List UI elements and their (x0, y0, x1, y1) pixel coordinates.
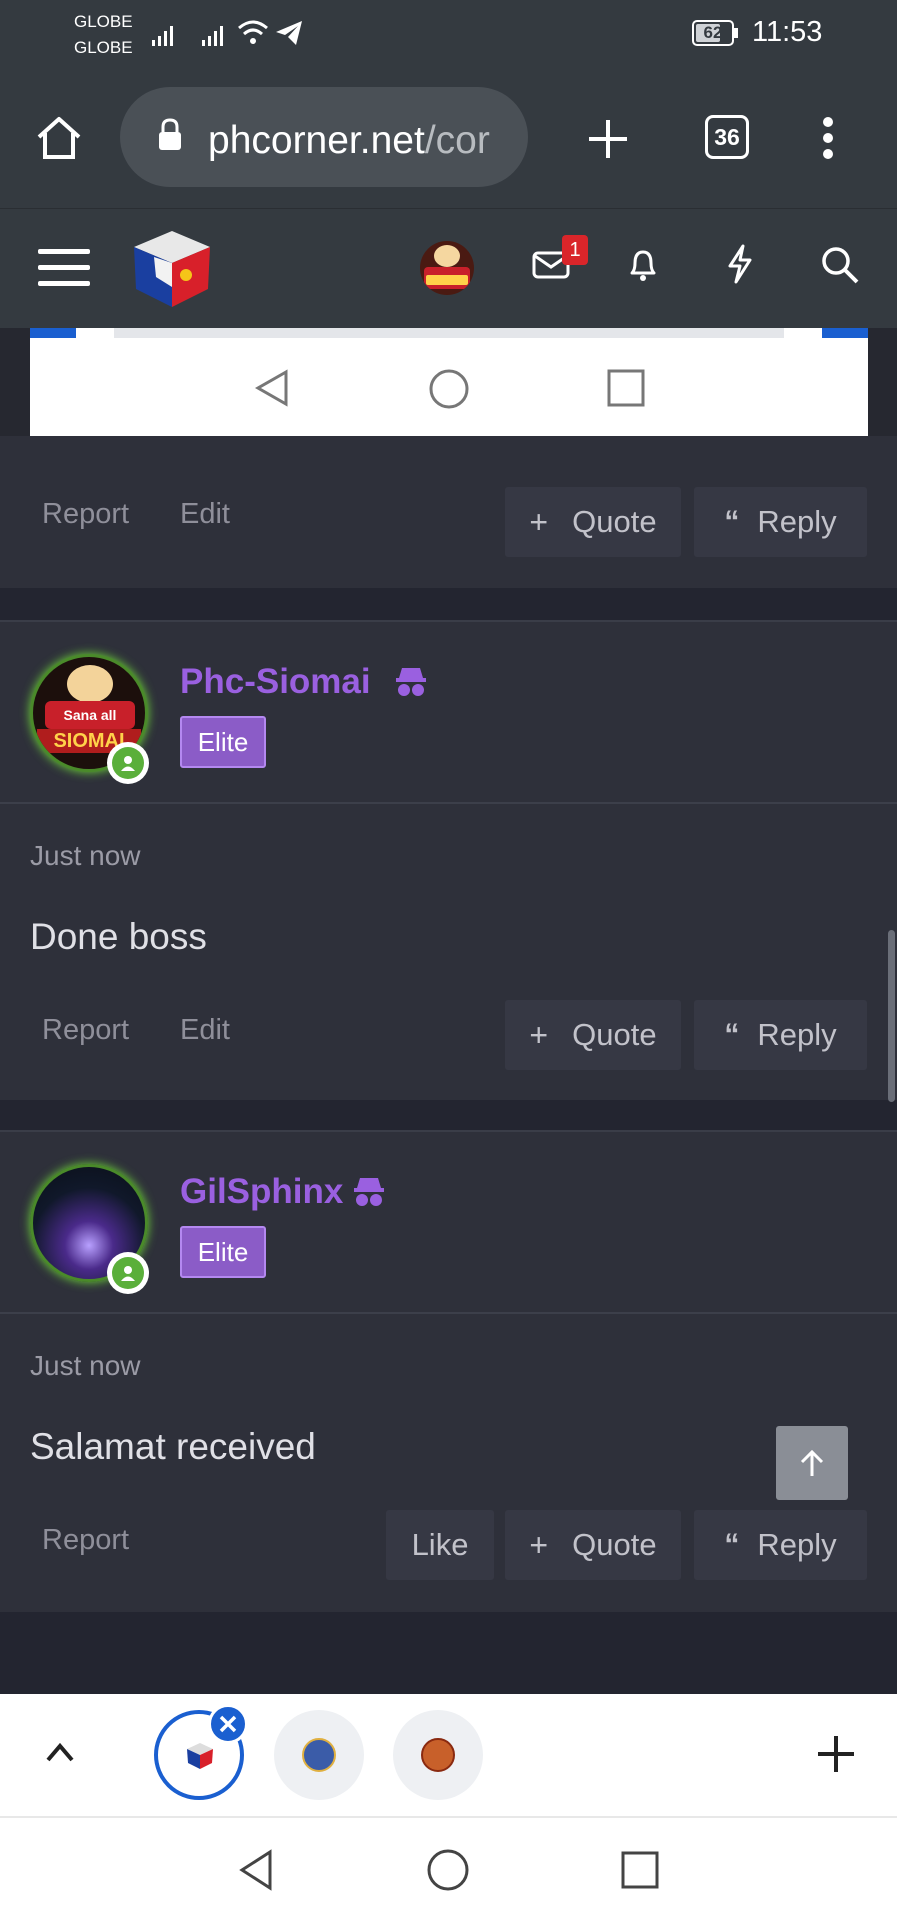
back-nav-icon (254, 369, 288, 407)
recents-nav-icon[interactable] (620, 1850, 660, 1890)
battery-tip (734, 28, 738, 38)
incognito-icon (396, 668, 426, 696)
lock-icon (159, 118, 181, 150)
post: Sana all SIOMAI Phc-Siomai Elite Just no… (0, 620, 897, 1102)
carrier-label: GLOBE (74, 38, 133, 57)
bell-icon[interactable] (626, 245, 660, 285)
post-time[interactable]: Just now (30, 840, 141, 872)
home-nav-icon[interactable] (426, 1848, 470, 1892)
attached-image[interactable] (30, 328, 868, 436)
quote-button[interactable]: + Quote (505, 1510, 681, 1580)
arrow-up-icon (800, 1449, 824, 1476)
quote-button[interactable]: + Quote (505, 1000, 681, 1070)
online-status-icon (107, 1252, 149, 1294)
new-tab-icon[interactable] (585, 116, 631, 162)
reply-button[interactable]: “Reply (694, 1510, 867, 1580)
status-bar: GLOBE GLOBE 62 11:53 (0, 0, 897, 70)
online-status-icon (107, 742, 149, 784)
wifi-icon (238, 20, 268, 44)
edit-link[interactable]: Edit (180, 498, 230, 531)
browser-toolbar: phcorner.net/cor 36 (0, 70, 897, 208)
search-icon[interactable] (820, 245, 860, 285)
page-bottom (0, 1612, 897, 1694)
report-link[interactable]: Report (42, 1524, 129, 1557)
tab-group-bar (0, 1694, 897, 1816)
hamburger-menu-icon[interactable] (38, 247, 90, 289)
post-content: Salamat received (30, 1426, 316, 1467)
reply-button[interactable]: “Reply (694, 487, 867, 557)
recents-nav-icon (607, 369, 645, 407)
user-avatar[interactable] (420, 241, 474, 295)
divider (0, 802, 897, 804)
scrollbar-thumb[interactable] (888, 930, 895, 1102)
quote-mark-icon: “ (724, 1018, 740, 1051)
divider (0, 1312, 897, 1314)
site-header: 1 (0, 208, 897, 329)
site-logo-icon[interactable] (130, 227, 214, 311)
battery-icon: 62 (692, 20, 734, 46)
clock: 11:53 (752, 16, 823, 48)
post-separator (0, 588, 897, 620)
user-badge: Elite (180, 1226, 266, 1278)
username[interactable]: GilSphinx (180, 1172, 343, 1212)
report-link[interactable]: Report (42, 498, 129, 531)
site-logo-icon (187, 1743, 213, 1769)
signal-icon (152, 26, 173, 46)
chevron-up-icon[interactable] (44, 1740, 76, 1764)
home-nav-icon (429, 369, 469, 409)
tab-thumbnail[interactable] (393, 1710, 483, 1800)
edit-link[interactable]: Edit (180, 1014, 230, 1047)
carrier-label: GLOBE (74, 12, 133, 31)
tab-switcher-button[interactable]: 36 (705, 115, 749, 159)
quote-mark-icon: “ (724, 505, 740, 538)
post-content: Done boss (30, 916, 207, 957)
incognito-icon (354, 1178, 384, 1206)
quote-button[interactable]: + Quote (505, 487, 681, 557)
username[interactable]: Phc-Siomai (180, 662, 371, 702)
post: GilSphinx Elite Just now Salamat receive… (0, 1130, 897, 1614)
telegram-icon (276, 21, 302, 45)
signal-icon (202, 26, 223, 46)
plus-icon: + (529, 1016, 549, 1053)
system-nav-bar (0, 1816, 897, 1920)
close-tab-icon[interactable] (208, 1704, 248, 1744)
quote-mark-icon: “ (724, 1528, 740, 1561)
tab-thumbnail[interactable] (274, 1710, 364, 1800)
post-footer: Report Edit + Quote “Reply (0, 436, 897, 588)
lightning-icon[interactable] (724, 243, 756, 285)
home-icon[interactable] (35, 115, 83, 161)
scroll-to-top-button[interactable] (776, 1426, 848, 1500)
more-menu-icon[interactable] (818, 114, 838, 162)
reply-button[interactable]: “Reply (694, 1000, 867, 1070)
plus-icon: + (529, 1526, 549, 1563)
like-button[interactable]: Like (386, 1510, 494, 1580)
add-tab-icon[interactable] (816, 1734, 856, 1774)
post-time[interactable]: Just now (30, 1350, 141, 1382)
plus-icon: + (529, 503, 549, 540)
battery-level: 62 (703, 23, 723, 42)
url-text[interactable]: phcorner.net/cor (208, 117, 508, 165)
user-badge: Elite (180, 716, 266, 768)
mail-badge: 1 (562, 235, 588, 265)
report-link[interactable]: Report (42, 1014, 129, 1047)
back-nav-icon[interactable] (236, 1848, 276, 1892)
post-separator (0, 1100, 897, 1130)
